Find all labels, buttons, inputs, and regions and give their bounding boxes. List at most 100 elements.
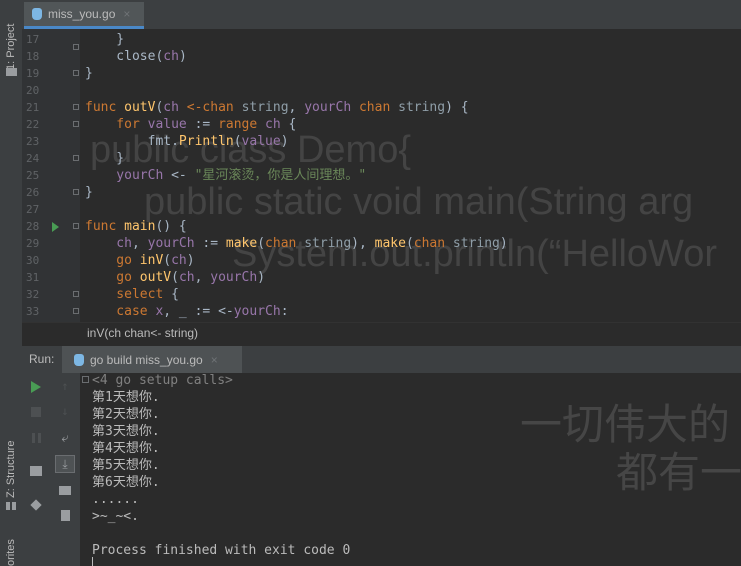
code-token: ( [233,134,242,149]
line-number: 26 [26,186,40,199]
code-token: yourCh [147,236,195,251]
code-line: func main() { [85,218,187,235]
soft-wrap-icon[interactable]: ⤶ [57,430,73,446]
scroll-to-end-icon[interactable]: ⤓ [55,455,75,473]
code-token: ) [280,134,289,149]
code-line: go inV(ch) [85,252,195,269]
run-gutter-icon[interactable] [52,222,59,232]
code-line: case x, _ := <-yourCh: [85,303,288,320]
run-toolbar-secondary: ↑ ↓ ⤶ ⤓ [50,373,81,566]
go-file-icon [74,353,84,366]
code-token: ch [178,270,195,285]
run-panel-header: Run: go build miss_you.go × [22,346,741,374]
fold-marker-icon[interactable] [73,121,79,127]
code-token: fmt. [85,134,179,149]
code-token: make [374,236,406,251]
code-token: () { [155,219,187,234]
fold-marker-icon[interactable] [73,189,79,195]
fold-marker-icon[interactable] [73,44,79,50]
watermark-line: 都有一 [616,449,741,496]
code-token: inV [139,253,164,268]
code-token: string [452,236,500,251]
fold-marker-icon[interactable] [73,70,79,76]
console-line: <4 go setup calls> [92,373,233,388]
line-number: 20 [26,84,40,97]
code-token: ch [171,253,187,268]
fold-marker-icon[interactable] [73,291,79,297]
console-line: 第3天想你. [92,424,160,439]
line-number: 17 [26,33,40,46]
project-tool-tab[interactable]: 1: Project [2,6,20,70]
run-config-label: go build miss_you.go [90,352,203,367]
code-token: } [85,66,93,81]
line-number: 24 [26,152,40,165]
code-token: string [304,236,352,251]
parameter-hint: inV(ch chan<- string) [87,326,199,340]
line-number: 28 [26,220,40,233]
code-token: chan [413,236,453,251]
fold-marker-icon[interactable] [73,155,79,161]
code-token: chan [265,236,305,251]
expand-icon[interactable] [82,376,89,383]
code-token: go [85,253,140,268]
code-token: range [218,117,266,132]
code-token: main [124,219,156,234]
code-token: , [131,236,148,251]
code-token: value [147,117,187,132]
line-number: 33 [26,305,40,318]
code-token: } [85,185,93,200]
arrow-up-icon[interactable]: ↑ [57,378,73,394]
trash-icon[interactable] [57,507,73,523]
code-token: close( [85,49,164,64]
line-number: 32 [26,288,40,301]
fold-marker-icon[interactable] [73,104,79,110]
code-token: yourCh [85,168,164,183]
fold-marker-icon[interactable] [73,223,79,229]
code-line: } [85,184,93,201]
layout-icon[interactable] [28,463,44,479]
arrow-down-icon[interactable]: ↓ [57,403,73,419]
text-cursor [92,557,93,566]
code-token: yourCh [233,304,281,319]
code-editor[interactable]: public class Demo{ public static void ma… [80,29,741,322]
favorites-tool-tab[interactable]: orites [2,532,20,566]
stop-icon[interactable] [28,404,44,420]
code-token: func [85,100,125,115]
pin-icon[interactable] [28,497,44,513]
code-token: { [163,287,179,302]
code-token: case [85,304,156,319]
code-token: select [85,287,164,302]
code-token: string [241,100,289,115]
structure-tool-tab[interactable]: Z: Structure [2,432,20,498]
code-token: func [85,219,125,234]
line-number: 31 [26,271,40,284]
code-token: , [288,100,305,115]
line-number: 27 [26,203,40,216]
code-token: ( [257,236,266,251]
code-token: } [85,151,125,166]
close-icon[interactable]: × [123,7,130,21]
rerun-icon[interactable] [28,379,44,395]
code-line: select { [85,286,179,303]
code-token: ) [257,270,266,285]
favorites-tab-label: orites [5,539,17,566]
console-line: 第5天想你. [92,458,160,473]
code-token: Println [178,134,234,149]
file-tab-miss-you-go[interactable]: miss_you.go × [24,2,144,29]
code-token: ch [163,100,187,115]
console-output[interactable]: 一切伟大的 都有一 <4 go setup calls> 第1天想你. 第2天想你.… [80,373,741,566]
run-config-tab[interactable]: go build miss_you.go × [62,346,242,373]
fold-marker-icon[interactable] [73,308,79,314]
pause-icon[interactable] [28,430,44,446]
code-token: <-chan [186,100,242,115]
code-line: fmt.Println(value) [85,133,289,150]
code-token: ) [186,253,195,268]
code-line: yourCh <- "星河滚烫，你是人间理想。" [85,167,366,184]
print-icon[interactable] [57,482,73,498]
code-token: outV [139,270,172,285]
close-icon[interactable]: × [211,353,218,367]
code-token: ( [163,253,172,268]
structure-icon [6,502,16,510]
code-token: ( [405,236,414,251]
go-file-icon [32,8,42,20]
